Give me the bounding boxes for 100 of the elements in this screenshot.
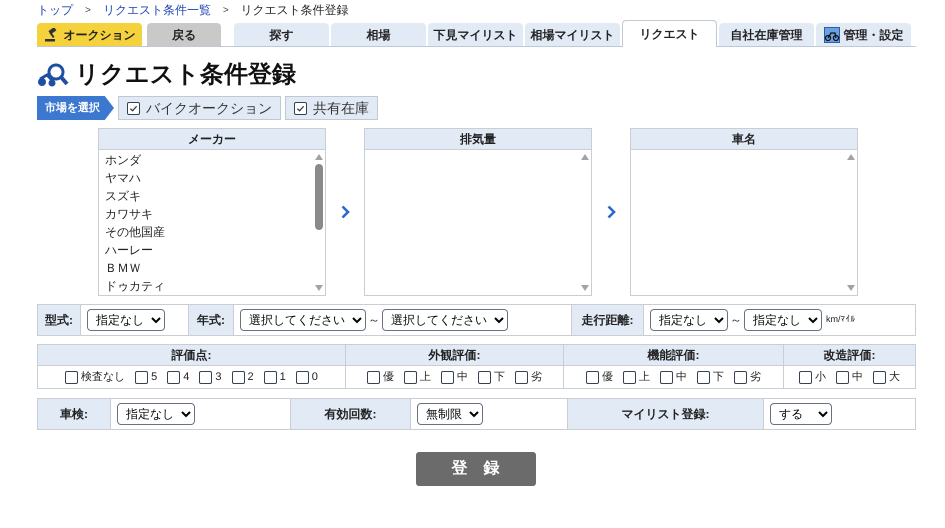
checkbox[interactable]: [836, 370, 849, 384]
dropdown[interactable]: 指定なし: [650, 309, 728, 331]
rating-header: 評価点:: [38, 345, 345, 366]
checkbox[interactable]: [167, 370, 180, 384]
dropdown[interactable]: 無制限: [417, 403, 483, 425]
dropdown[interactable]: 指定なし: [87, 309, 165, 331]
dropdown[interactable]: する: [770, 403, 832, 425]
rating-header: 改造評価:: [784, 345, 915, 366]
checkbox[interactable]: [367, 370, 380, 384]
nav-tab[interactable]: 相場: [331, 23, 426, 46]
checkbox[interactable]: [623, 370, 636, 384]
list-header: メーカー: [99, 129, 325, 150]
checkmark-icon: [129, 104, 138, 112]
list-item[interactable]: スズキ: [105, 187, 313, 205]
market-label: 市場を選択: [37, 96, 114, 120]
chevron-right-icon: [340, 204, 350, 218]
checkbox[interactable]: [586, 370, 599, 384]
checkbox[interactable]: [478, 370, 491, 384]
list-item[interactable]: ドゥカティ: [105, 277, 313, 295]
checkbox[interactable]: [296, 370, 309, 384]
checkbox[interactable]: [799, 370, 812, 384]
rating-option[interactable]: 大: [873, 368, 900, 386]
checkbox[interactable]: [65, 370, 78, 384]
nav-tab[interactable]: 下見マイリスト: [428, 23, 523, 46]
market-option[interactable]: バイクオークション: [118, 96, 281, 120]
field-label: 走行距離:: [572, 305, 644, 335]
rating-option[interactable]: 中: [441, 368, 468, 386]
breadcrumb-link[interactable]: トップ: [37, 1, 73, 19]
rating-option[interactable]: 中: [836, 368, 863, 386]
checkbox[interactable]: [515, 370, 528, 384]
rating-option[interactable]: 劣: [734, 368, 761, 386]
rating-option[interactable]: 検査なし: [65, 368, 126, 386]
dropdown[interactable]: 指定なし: [117, 403, 195, 425]
rating-option[interactable]: 0: [296, 368, 318, 386]
rating-option[interactable]: 優: [586, 368, 613, 386]
nav-tab[interactable]: 探す: [234, 23, 329, 46]
rating-option[interactable]: 1: [264, 368, 286, 386]
nav-tab[interactable]: オークション: [37, 23, 142, 46]
breadcrumb-separator: >: [222, 4, 229, 18]
motorcycle-search-icon: [37, 62, 69, 88]
dropdown[interactable]: 指定なし: [744, 309, 822, 331]
checkbox[interactable]: [734, 370, 747, 384]
rating-option[interactable]: 2: [232, 368, 254, 386]
rating-option[interactable]: 上: [623, 368, 650, 386]
rating-option[interactable]: 3: [199, 368, 222, 386]
list-header: 排気量: [365, 129, 591, 150]
unit-label: km/ﾏｲﾙ: [826, 313, 856, 326]
checkbox[interactable]: [660, 370, 673, 384]
nav-tab[interactable]: 戻る: [147, 23, 221, 46]
list-item[interactable]: ハーレー: [105, 241, 313, 259]
range-separator: ～: [368, 312, 380, 329]
rating-option[interactable]: 優: [367, 368, 394, 386]
rating-option[interactable]: 中: [660, 368, 687, 386]
checkbox[interactable]: [873, 370, 886, 384]
breadcrumb-link[interactable]: リクエスト条件一覧: [102, 1, 211, 19]
breadcrumb-current: リクエスト条件登録: [240, 2, 349, 19]
register-button[interactable]: 登 録: [416, 452, 536, 486]
checkbox[interactable]: [199, 370, 212, 384]
dropdown[interactable]: 選択してください: [382, 309, 508, 331]
field-label: 型式:: [38, 305, 81, 335]
rating-option[interactable]: 上: [404, 368, 431, 386]
checkbox[interactable]: [294, 102, 307, 114]
list-item[interactable]: ホンダ: [105, 151, 313, 169]
list-item[interactable]: ＢＭＷ: [105, 259, 313, 277]
rating-option[interactable]: 下: [478, 368, 505, 386]
field-label: 有効回数:: [291, 399, 411, 429]
checkbox[interactable]: [404, 370, 417, 384]
rating-option[interactable]: 4: [167, 368, 190, 386]
rating-header: 機能評価:: [564, 345, 783, 366]
checkbox[interactable]: [264, 370, 277, 384]
checkbox[interactable]: [127, 102, 140, 114]
market-option[interactable]: 共有在庫: [285, 96, 378, 120]
rating-header: 外観評価:: [346, 345, 563, 366]
dropdown[interactable]: 選択してください: [240, 309, 366, 331]
nav-tab[interactable]: 自社在庫管理: [719, 23, 814, 46]
rating-option[interactable]: 5: [135, 368, 158, 386]
list-item[interactable]: その他国産: [105, 223, 313, 241]
list-item[interactable]: ヤマハ: [105, 169, 313, 187]
checkbox[interactable]: [135, 370, 148, 384]
chevron-right-icon: [606, 204, 616, 218]
field-label: 年式:: [189, 305, 234, 335]
rating-option[interactable]: 小: [799, 368, 826, 386]
range-separator: ～: [730, 312, 742, 329]
nav-tab[interactable]: 相場マイリスト: [525, 23, 620, 46]
motorcycle-icon: [824, 26, 840, 42]
nav-tab[interactable]: リクエスト: [622, 20, 717, 47]
checkmark-icon: [296, 104, 305, 112]
page-title: リクエスト条件登録: [75, 60, 296, 90]
breadcrumb-separator: >: [85, 4, 91, 18]
rating-option[interactable]: 劣: [515, 368, 542, 386]
checkbox[interactable]: [697, 370, 710, 384]
gavel-icon: [44, 28, 60, 42]
checkbox[interactable]: [232, 370, 244, 384]
list-item[interactable]: カワサキ: [105, 205, 313, 223]
nav-tab[interactable]: 管理・設定: [816, 23, 911, 46]
list-header: 車名: [631, 129, 857, 150]
checkbox[interactable]: [441, 370, 454, 384]
rating-option[interactable]: 下: [697, 368, 724, 386]
field-label: 車検:: [38, 399, 111, 429]
field-label: マイリスト登録:: [568, 399, 764, 429]
